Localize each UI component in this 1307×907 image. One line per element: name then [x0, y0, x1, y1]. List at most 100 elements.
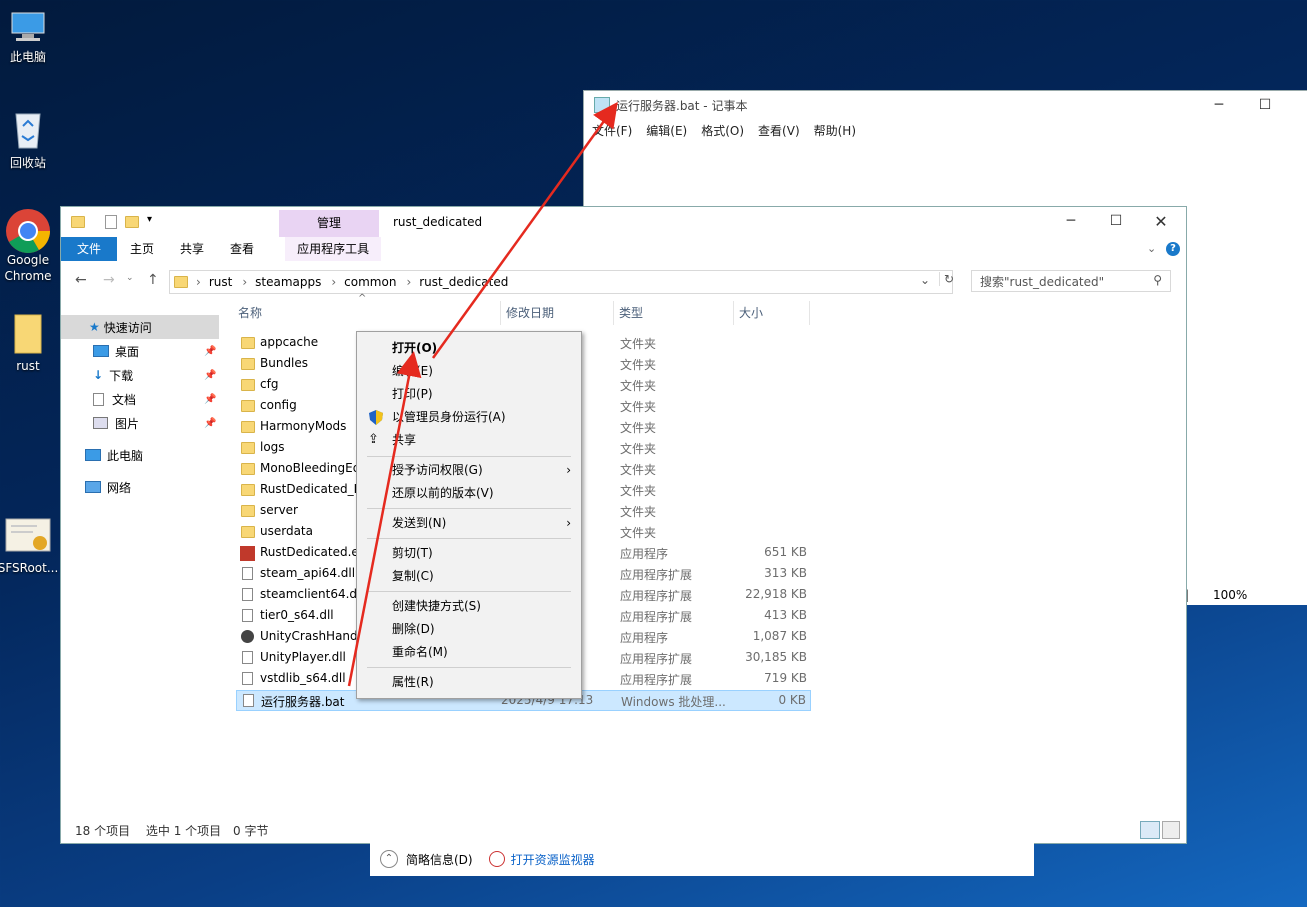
file-type: 应用程序扩展 [620, 589, 693, 603]
menu-share[interactable]: ⇪ 共享 [357, 429, 581, 451]
tab-application-tools[interactable]: 应用程序工具 [285, 237, 382, 261]
desktop-icon-certificate[interactable]: SFSRoot... [0, 517, 66, 575]
file-name: logs [260, 440, 285, 454]
address-dropdown-icon[interactable]: ⌄ [920, 273, 930, 287]
file-type: 文件夹 [620, 463, 657, 477]
background-window-statusbar: | 100% [1185, 585, 1307, 605]
desktop-icon-label: 此电脑 [9, 50, 46, 64]
file-icon [243, 694, 254, 707]
menu-label: 还原以前的版本(V) [392, 486, 494, 500]
open-resource-monitor-link[interactable]: 打开资源监视器 [511, 851, 595, 868]
file-icon [242, 672, 253, 685]
properties-icon[interactable] [105, 215, 117, 229]
search-icon: ⚲ [1153, 273, 1162, 287]
menu-edit[interactable]: 编辑(E) [646, 122, 687, 139]
nav-desktop[interactable]: 桌面 📌 [61, 339, 219, 363]
menu-run-as-admin[interactable]: 以管理员身份运行(A) [357, 406, 581, 428]
nav-label: 网络 [107, 480, 132, 495]
file-name: HarmonyMods [260, 419, 347, 433]
collapse-icon[interactable]: ⌃ [380, 850, 398, 868]
menu-open[interactable]: 打开(O) [357, 337, 581, 359]
tab-file[interactable]: 文件 [61, 237, 118, 261]
menu-print[interactable]: 打印(P) [357, 383, 581, 405]
column-type[interactable]: 类型 [613, 301, 643, 325]
file-size: 413 KB [764, 608, 807, 622]
details-view-icon[interactable] [1140, 821, 1160, 839]
menu-properties[interactable]: 属性(R) [357, 671, 581, 693]
breadcrumb-rust[interactable]: rust [209, 275, 233, 289]
status-selected: 选中 1 个项目 [145, 824, 222, 838]
file-name: vstdlib_s64.dll [260, 671, 346, 685]
help-icon[interactable]: ? [1166, 242, 1180, 256]
large-icons-view-icon[interactable] [1162, 821, 1180, 839]
breadcrumb-steamapps[interactable]: steamapps [255, 275, 321, 289]
menu-copy[interactable]: 复制(C) [357, 565, 581, 587]
window-title: rust_dedicated [393, 215, 483, 229]
menu-cut[interactable]: 剪切(T) [357, 542, 581, 564]
menu-restore-versions[interactable]: 还原以前的版本(V) [357, 482, 581, 504]
file-explorer-window[interactable]: ▾ 管理 rust_dedicated ─ ☐ ✕ 文件 主页 共享 查看 应用… [60, 206, 1187, 844]
minimize-button[interactable]: ─ [1048, 207, 1094, 235]
less-details-button[interactable]: 简略信息(D) [406, 851, 473, 868]
nav-label: 此电脑 [107, 448, 144, 463]
tab-share[interactable]: 共享 [167, 237, 217, 261]
breadcrumb-common[interactable]: common [344, 275, 396, 289]
pin-icon[interactable]: 📌 [204, 370, 216, 381]
pin-icon[interactable]: 📌 [204, 418, 216, 429]
minimize-button[interactable]: ─ [1196, 91, 1242, 119]
maximize-button[interactable]: ☐ [1242, 91, 1288, 119]
ribbon-expand-icon[interactable]: ⌄ [1147, 242, 1156, 255]
nav-this-pc[interactable]: 此电脑 [61, 443, 219, 467]
menu-rename[interactable]: 重命名(M) [357, 641, 581, 663]
up-icon[interactable]: ↑ [147, 272, 159, 288]
desktop-icon-recycle-bin[interactable]: 回收站 [0, 108, 66, 171]
file-size: 313 KB [764, 566, 807, 580]
close-button[interactable]: ✕ [1138, 207, 1184, 235]
forward-icon[interactable]: → [103, 272, 115, 288]
desktop-icon-this-pc[interactable]: 此电脑 [0, 10, 66, 65]
menu-help[interactable]: 帮助(H) [814, 122, 856, 139]
recent-dropdown-icon[interactable]: ⌄ [126, 273, 134, 283]
maximize-button[interactable]: ☐ [1093, 207, 1139, 235]
address-row: ← → ⌄ ↑ › rust › steamapps › common › ru… [61, 267, 1186, 297]
menu-grant-access[interactable]: 授予访问权限(G) › [357, 459, 581, 481]
back-icon[interactable]: ← [75, 272, 87, 288]
search-placeholder: 搜索"rust_dedicated" [980, 274, 1105, 289]
address-bar[interactable]: › rust › steamapps › common › rust_dedic… [169, 270, 954, 294]
ribbon-tabs: 文件 主页 共享 查看 应用程序工具 ⌄ ? [61, 237, 1186, 261]
menu-separator [367, 508, 571, 509]
column-name[interactable]: 名称 [238, 301, 262, 325]
pin-icon[interactable]: 📌 [204, 394, 216, 405]
nav-quick-access[interactable]: ★ 快速访问 [61, 315, 219, 339]
menu-create-shortcut[interactable]: 创建快捷方式(S) [357, 595, 581, 617]
menu-delete[interactable]: 删除(D) [357, 618, 581, 640]
qat-dropdown-icon[interactable]: ▾ [147, 214, 152, 225]
desktop-icon-chrome[interactable]: Google Chrome [0, 208, 66, 284]
pin-icon[interactable]: 📌 [204, 346, 216, 357]
tab-home[interactable]: 主页 [117, 237, 167, 261]
menu-view[interactable]: 查看(V) [758, 122, 800, 139]
status-bar: 18 个项目 选中 1 个项目 0 字节 [75, 822, 268, 839]
share-icon: ⇪ [368, 432, 379, 447]
search-input[interactable]: 搜索"rust_dedicated" ⚲ [971, 270, 1171, 292]
navigation-pane: ★ 快速访问 桌面 📌 ↓ 下载 📌 文档 📌 图片 📌 此电脑 网络 [61, 315, 219, 815]
column-date[interactable]: 修改日期 [500, 301, 554, 325]
menu-file[interactable]: 文件(F) [592, 122, 632, 139]
folder-icon [241, 337, 255, 349]
desktop-icon-label: Google Chrome [4, 253, 52, 283]
nav-downloads[interactable]: ↓ 下载 📌 [61, 363, 219, 387]
breadcrumb-rust-dedicated[interactable]: rust_dedicated [419, 275, 508, 289]
new-folder-icon[interactable] [125, 216, 139, 228]
menu-send-to[interactable]: 发送到(N) › [357, 512, 581, 534]
picture-icon [93, 417, 108, 429]
desktop-icon-rust-folder[interactable]: rust [0, 313, 66, 373]
tab-view[interactable]: 查看 [217, 237, 267, 261]
column-size[interactable]: 大小 [733, 301, 810, 325]
nav-network[interactable]: 网络 [61, 475, 219, 499]
refresh-icon[interactable]: ↻ [938, 272, 954, 286]
nav-documents[interactable]: 文档 📌 [61, 387, 219, 411]
nav-pictures[interactable]: 图片 📌 [61, 411, 219, 435]
menu-format[interactable]: 格式(O) [701, 122, 744, 139]
menu-edit[interactable]: 编辑(E) [357, 360, 581, 382]
manage-context-tab-header: 管理 [279, 210, 379, 237]
